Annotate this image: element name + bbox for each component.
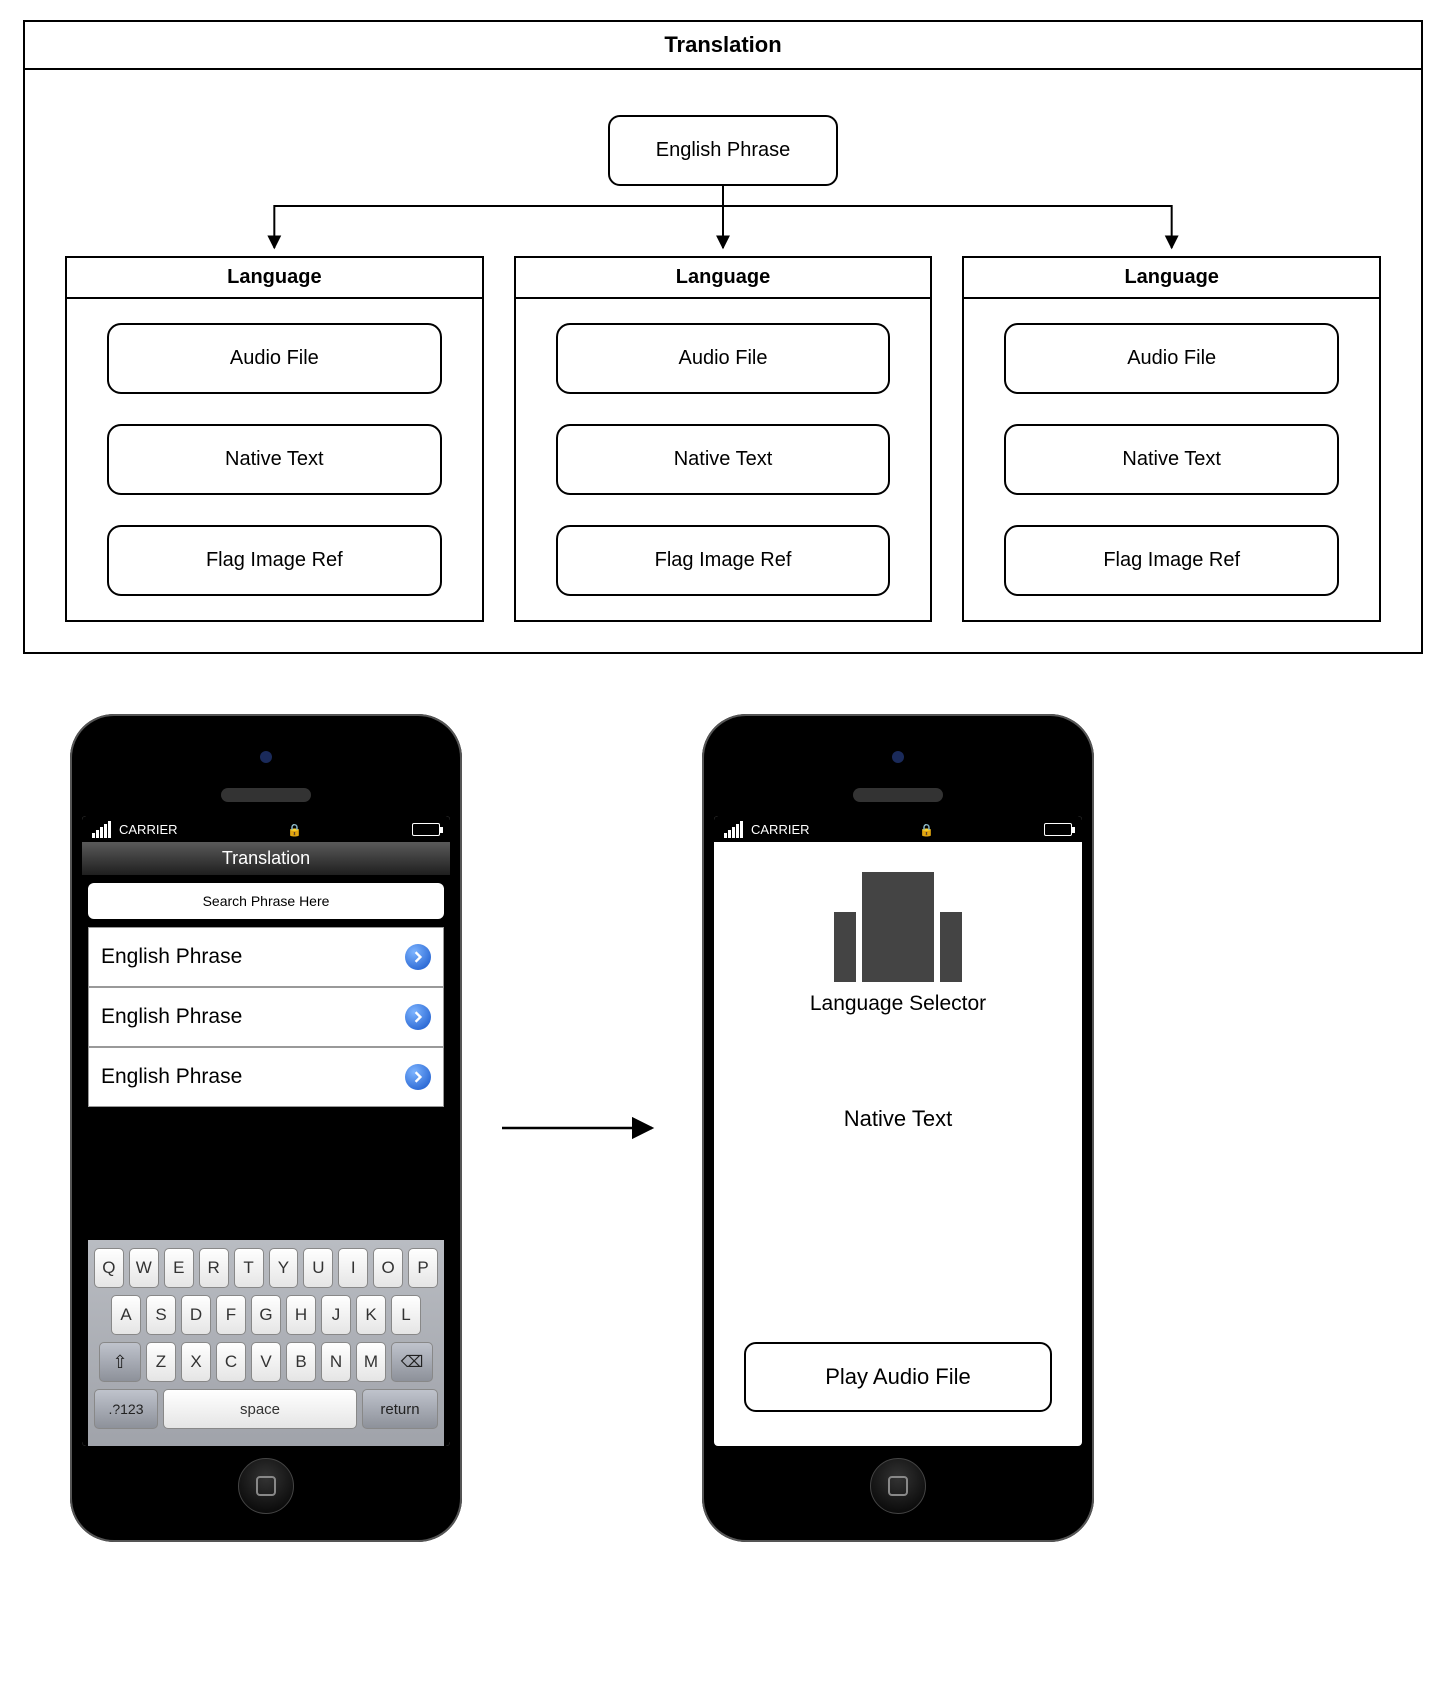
disclosure-icon[interactable] (405, 1004, 431, 1030)
flag-image-ref-node: Flag Image Ref (1004, 525, 1339, 596)
phrase-row[interactable]: English Phrase (88, 1047, 444, 1107)
audio-file-node: Audio File (1004, 323, 1339, 394)
phone-top-hardware (714, 726, 1082, 788)
language-header: Language (516, 258, 931, 299)
coverflow-side-icon (940, 912, 962, 982)
signal-icon (724, 821, 743, 838)
diagram-title: Translation (25, 22, 1421, 70)
lock-icon (287, 822, 302, 837)
earpiece-icon (221, 788, 311, 802)
letter-key[interactable]: Q (94, 1248, 124, 1288)
coverflow-main-icon (862, 872, 934, 982)
detail-content: Language Selector Native Text Play Audio… (714, 842, 1082, 1446)
native-text-node: Native Text (107, 424, 442, 495)
phrase-row[interactable]: English Phrase (88, 987, 444, 1047)
flow-arrow-icon (502, 1113, 662, 1143)
disclosure-icon[interactable] (405, 1064, 431, 1090)
letter-key[interactable]: X (181, 1342, 211, 1382)
earpiece-icon (853, 788, 943, 802)
letter-key[interactable]: O (373, 1248, 403, 1288)
letter-key[interactable]: F (216, 1295, 246, 1335)
letter-key[interactable]: H (286, 1295, 316, 1335)
audio-file-node: Audio File (107, 323, 442, 394)
battery-icon (1044, 823, 1072, 836)
nav-title: Translation (82, 842, 450, 875)
phone-screen: CARRIER Language Selector Native Text Pl… (714, 816, 1082, 1446)
return-key[interactable]: return (362, 1389, 438, 1429)
language-header: Language (964, 258, 1379, 299)
status-bar: CARRIER (714, 816, 1082, 842)
letter-key[interactable]: I (338, 1248, 368, 1288)
flag-image-ref-node: Flag Image Ref (107, 525, 442, 596)
translation-diagram: Translation English Phrase Language Audi… (23, 20, 1423, 654)
battery-icon (412, 823, 440, 836)
camera-icon (892, 751, 904, 763)
letter-key[interactable]: E (164, 1248, 194, 1288)
carrier-label: CARRIER (751, 822, 810, 837)
phrase-row[interactable]: English Phrase (88, 927, 444, 987)
letter-key[interactable]: U (303, 1248, 333, 1288)
letter-key[interactable]: C (216, 1342, 246, 1382)
language-box-3: Language Audio File Native Text Flag Ima… (962, 256, 1381, 622)
home-button[interactable] (238, 1458, 294, 1514)
flag-image-ref-node: Flag Image Ref (556, 525, 891, 596)
letter-key[interactable]: G (251, 1295, 281, 1335)
letter-key[interactable]: K (356, 1295, 386, 1335)
list-content: Search Phrase Here English Phrase Englis… (82, 875, 450, 1446)
branch-arrows (45, 186, 1401, 256)
native-text-node: Native Text (1004, 424, 1339, 495)
home-button[interactable] (870, 1458, 926, 1514)
letter-key[interactable]: P (408, 1248, 438, 1288)
disclosure-icon[interactable] (405, 944, 431, 970)
letter-key[interactable]: S (146, 1295, 176, 1335)
letter-key[interactable]: D (181, 1295, 211, 1335)
search-input[interactable]: Search Phrase Here (88, 883, 444, 919)
diagram-body: English Phrase Language Audio File Nativ… (25, 70, 1421, 652)
signal-icon (92, 821, 111, 838)
phone-screen: CARRIER Translation Search Phrase Here E… (82, 816, 450, 1446)
letter-key[interactable]: B (286, 1342, 316, 1382)
status-bar: CARRIER (82, 816, 450, 842)
play-audio-button[interactable]: Play Audio File (744, 1342, 1052, 1412)
phrase-label: English Phrase (101, 945, 242, 969)
phrase-label: English Phrase (101, 1065, 242, 1089)
home-button-area (714, 1446, 1082, 1526)
phone-mockup-list: CARRIER Translation Search Phrase Here E… (70, 714, 462, 1542)
letter-key[interactable]: R (199, 1248, 229, 1288)
root-node-english-phrase: English Phrase (608, 115, 838, 186)
letter-key[interactable]: V (251, 1342, 281, 1382)
shift-key[interactable]: ⇧ (99, 1342, 141, 1382)
native-text-node: Native Text (556, 424, 891, 495)
letter-key[interactable]: N (321, 1342, 351, 1382)
phrase-label: English Phrase (101, 1005, 242, 1029)
letter-key[interactable]: L (391, 1295, 421, 1335)
native-text-label: Native Text (844, 1106, 952, 1132)
letter-key[interactable]: J (321, 1295, 351, 1335)
carrier-label: CARRIER (119, 822, 178, 837)
letter-key[interactable]: T (234, 1248, 264, 1288)
letter-key[interactable]: A (111, 1295, 141, 1335)
phone-top-hardware (82, 726, 450, 788)
phone-mockups-row: CARRIER Translation Search Phrase Here E… (20, 714, 1426, 1542)
onscreen-keyboard[interactable]: QWERTYUIOP ASDFGHJKL ⇧ ZXCVBNM ⌫ .?123 s… (88, 1240, 444, 1446)
language-box-1: Language Audio File Native Text Flag Ima… (65, 256, 484, 622)
home-button-area (82, 1446, 450, 1526)
language-columns: Language Audio File Native Text Flag Ima… (45, 256, 1401, 622)
space-key[interactable]: space (163, 1389, 357, 1429)
language-header: Language (67, 258, 482, 299)
camera-icon (260, 751, 272, 763)
backspace-key[interactable]: ⌫ (391, 1342, 433, 1382)
letter-key[interactable]: Y (269, 1248, 299, 1288)
lock-icon (919, 822, 934, 837)
letter-key[interactable]: W (129, 1248, 159, 1288)
audio-file-node: Audio File (556, 323, 891, 394)
coverflow-side-icon (834, 912, 856, 982)
language-selector-label: Language Selector (810, 992, 986, 1016)
language-selector[interactable] (834, 872, 962, 982)
letter-key[interactable]: M (356, 1342, 386, 1382)
letter-key[interactable]: Z (146, 1342, 176, 1382)
language-box-2: Language Audio File Native Text Flag Ima… (514, 256, 933, 622)
phone-mockup-detail: CARRIER Language Selector Native Text Pl… (702, 714, 1094, 1542)
numbers-key[interactable]: .?123 (94, 1389, 158, 1429)
